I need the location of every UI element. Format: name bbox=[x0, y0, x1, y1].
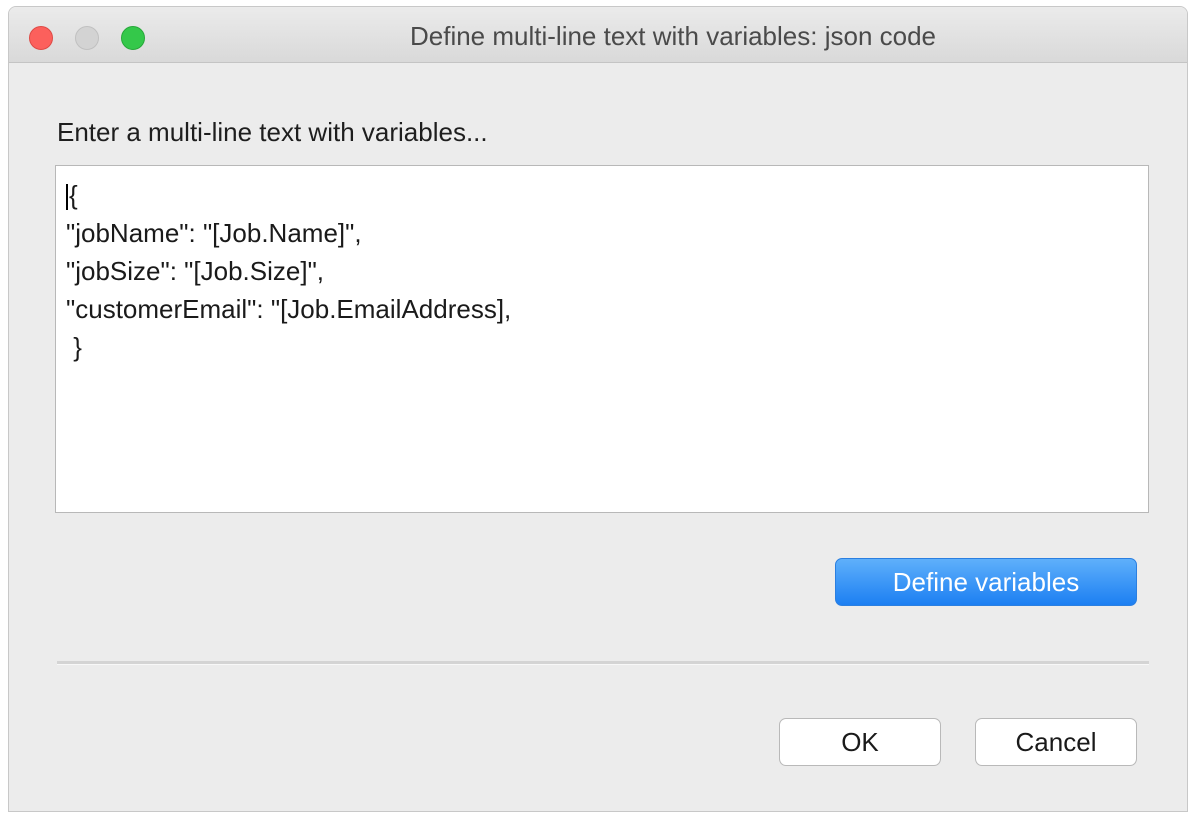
prompt-label: Enter a multi-line text with variables..… bbox=[57, 117, 488, 147]
multiline-text-input[interactable]: { "jobName": "[Job.Name]", "jobSize": "[… bbox=[55, 165, 1149, 513]
text-line: "customerEmail": "[Job.EmailAddress], bbox=[66, 294, 512, 324]
text-line: "jobName": "[Job.Name]", bbox=[66, 218, 362, 248]
text-line: "jobSize": "[Job.Size]", bbox=[66, 256, 325, 286]
ok-button[interactable]: OK bbox=[779, 718, 941, 766]
text-line: { bbox=[66, 176, 1138, 214]
text-line-content: { bbox=[69, 180, 78, 210]
text-caret bbox=[66, 184, 68, 211]
divider bbox=[57, 661, 1149, 665]
define-variables-button[interactable]: Define variables bbox=[835, 558, 1137, 606]
title-bar[interactable]: Define multi-line text with variables: j… bbox=[9, 7, 1187, 63]
dialog-window: Define multi-line text with variables: j… bbox=[8, 6, 1188, 812]
window-title: Define multi-line text with variables: j… bbox=[409, 21, 937, 51]
text-line: } bbox=[66, 332, 82, 362]
cancel-button[interactable]: Cancel bbox=[975, 718, 1137, 766]
